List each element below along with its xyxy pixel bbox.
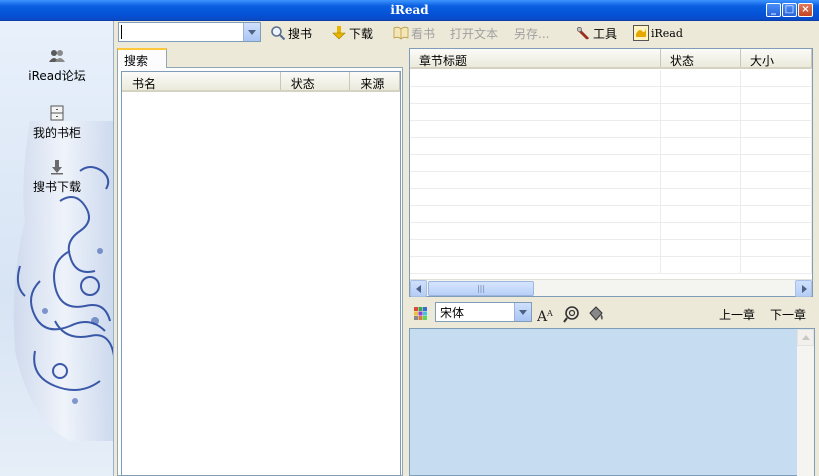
toolbar-label: 搜书: [288, 26, 313, 41]
search-dropdown-arrow[interactable]: [243, 23, 260, 41]
table-row[interactable]: [410, 138, 812, 155]
toolbar-label: 下载: [349, 26, 374, 41]
font-select[interactable]: 宋体: [435, 302, 532, 322]
search-tab-panel: 书名 状态 来源: [117, 67, 403, 476]
minimize-button[interactable]: _: [766, 3, 781, 17]
column-header-size[interactable]: 大小: [741, 49, 812, 67]
open-book-icon: [393, 26, 409, 40]
column-header-status[interactable]: 状态: [281, 72, 351, 90]
text-cursor: [121, 25, 122, 39]
column-header-chapter-title[interactable]: 章节标题: [410, 49, 661, 67]
tab-search[interactable]: 搜索: [117, 48, 167, 68]
scrollbar-thumb[interactable]: |||: [428, 281, 534, 296]
iread-window: iRead _ □ × iRead论坛 我的书柜 搜书下载 搜书 下载 看书 打…: [0, 0, 819, 476]
chapter-list[interactable]: 章节标题 状态 大小 |||: [409, 48, 813, 297]
sidebar-item-label: iRead论坛: [28, 69, 86, 83]
table-row[interactable]: [410, 257, 812, 274]
sidebar-item-search-download[interactable]: 搜书下载: [0, 159, 113, 195]
color-grid-icon[interactable]: [414, 307, 427, 320]
people-icon: [49, 50, 65, 62]
search-combobox[interactable]: [118, 22, 261, 42]
close-button[interactable]: ×: [798, 3, 813, 17]
toolbar-label: 工具: [593, 26, 618, 41]
sidebar-item-bookshelf[interactable]: 我的书柜: [0, 105, 113, 141]
table-row[interactable]: [410, 172, 812, 189]
previous-chapter-button[interactable]: 上一章: [719, 306, 755, 323]
sidebar-item-label: 我的书柜: [32, 126, 81, 140]
svg-text:A: A: [546, 309, 553, 318]
font-select-value: 宋体: [440, 306, 465, 320]
tab-label: 搜索: [124, 54, 149, 68]
table-row[interactable]: [410, 104, 812, 121]
scroll-right-button[interactable]: [795, 280, 812, 297]
table-row[interactable]: [410, 121, 812, 138]
scroll-up-button[interactable]: [797, 329, 814, 346]
bookcase-icon: [50, 105, 64, 121]
iread-logo-icon: [633, 25, 649, 41]
search-book-button[interactable]: 搜书: [270, 25, 312, 41]
table-row[interactable]: [410, 70, 812, 87]
download-arrow-icon: [51, 160, 63, 175]
scroll-left-button[interactable]: [410, 280, 427, 297]
table-row[interactable]: [410, 206, 812, 223]
next-chapter-button[interactable]: 下一章: [770, 306, 806, 323]
window-title: iRead: [390, 3, 429, 17]
maximize-button[interactable]: □: [782, 3, 797, 17]
paint-bucket-icon[interactable]: [587, 305, 605, 323]
tools-button[interactable]: 工具: [575, 25, 617, 41]
sidebar-item-label: 搜书下载: [32, 180, 81, 194]
search-pane: 搜索 书名 状态 来源: [117, 48, 403, 476]
open-text-button[interactable]: 打开文本: [450, 25, 498, 41]
chapter-rows: [410, 70, 812, 279]
toolbar-label: 打开文本: [450, 26, 499, 41]
download-button[interactable]: 下载: [331, 25, 373, 41]
magnifier-icon: [271, 26, 286, 41]
toolbar-label: 另存...: [514, 26, 550, 41]
wrench-icon: [576, 26, 589, 40]
read-book-button[interactable]: 看书: [393, 25, 435, 41]
book-results-list[interactable]: 书名 状态 来源: [121, 71, 401, 476]
column-header-book-name[interactable]: 书名: [122, 72, 281, 90]
sidebar: iRead论坛 我的书柜 搜书下载: [0, 21, 114, 476]
chapter-list-header: 章节标题 状态 大小: [410, 49, 812, 69]
book-list-header: 书名 状态 来源: [122, 72, 400, 92]
find-icon[interactable]: [563, 305, 581, 323]
column-header-source[interactable]: 来源: [350, 72, 400, 90]
table-row[interactable]: [410, 240, 812, 257]
table-row[interactable]: [410, 87, 812, 104]
vertical-scrollbar[interactable]: [797, 329, 814, 476]
iread-button[interactable]: iRead: [633, 25, 683, 41]
download-icon: [332, 26, 346, 40]
title-bar[interactable]: iRead _ □ ×: [0, 0, 819, 21]
toolbar-label: 看书: [411, 26, 436, 41]
table-row[interactable]: [410, 189, 812, 206]
porcelain-vase-background: [13, 121, 113, 441]
reader-text-area[interactable]: [409, 328, 815, 476]
sidebar-item-forum[interactable]: iRead论坛: [0, 48, 113, 84]
toolbar-label: iRead: [651, 26, 683, 40]
font-dropdown-arrow[interactable]: [514, 303, 531, 321]
font-size-icon[interactable]: A A: [537, 305, 555, 323]
save-as-button[interactable]: 另存...: [514, 25, 549, 41]
table-row[interactable]: [410, 155, 812, 172]
horizontal-scrollbar[interactable]: |||: [410, 279, 812, 297]
table-row[interactable]: [410, 223, 812, 240]
column-header-status[interactable]: 状态: [661, 49, 741, 67]
